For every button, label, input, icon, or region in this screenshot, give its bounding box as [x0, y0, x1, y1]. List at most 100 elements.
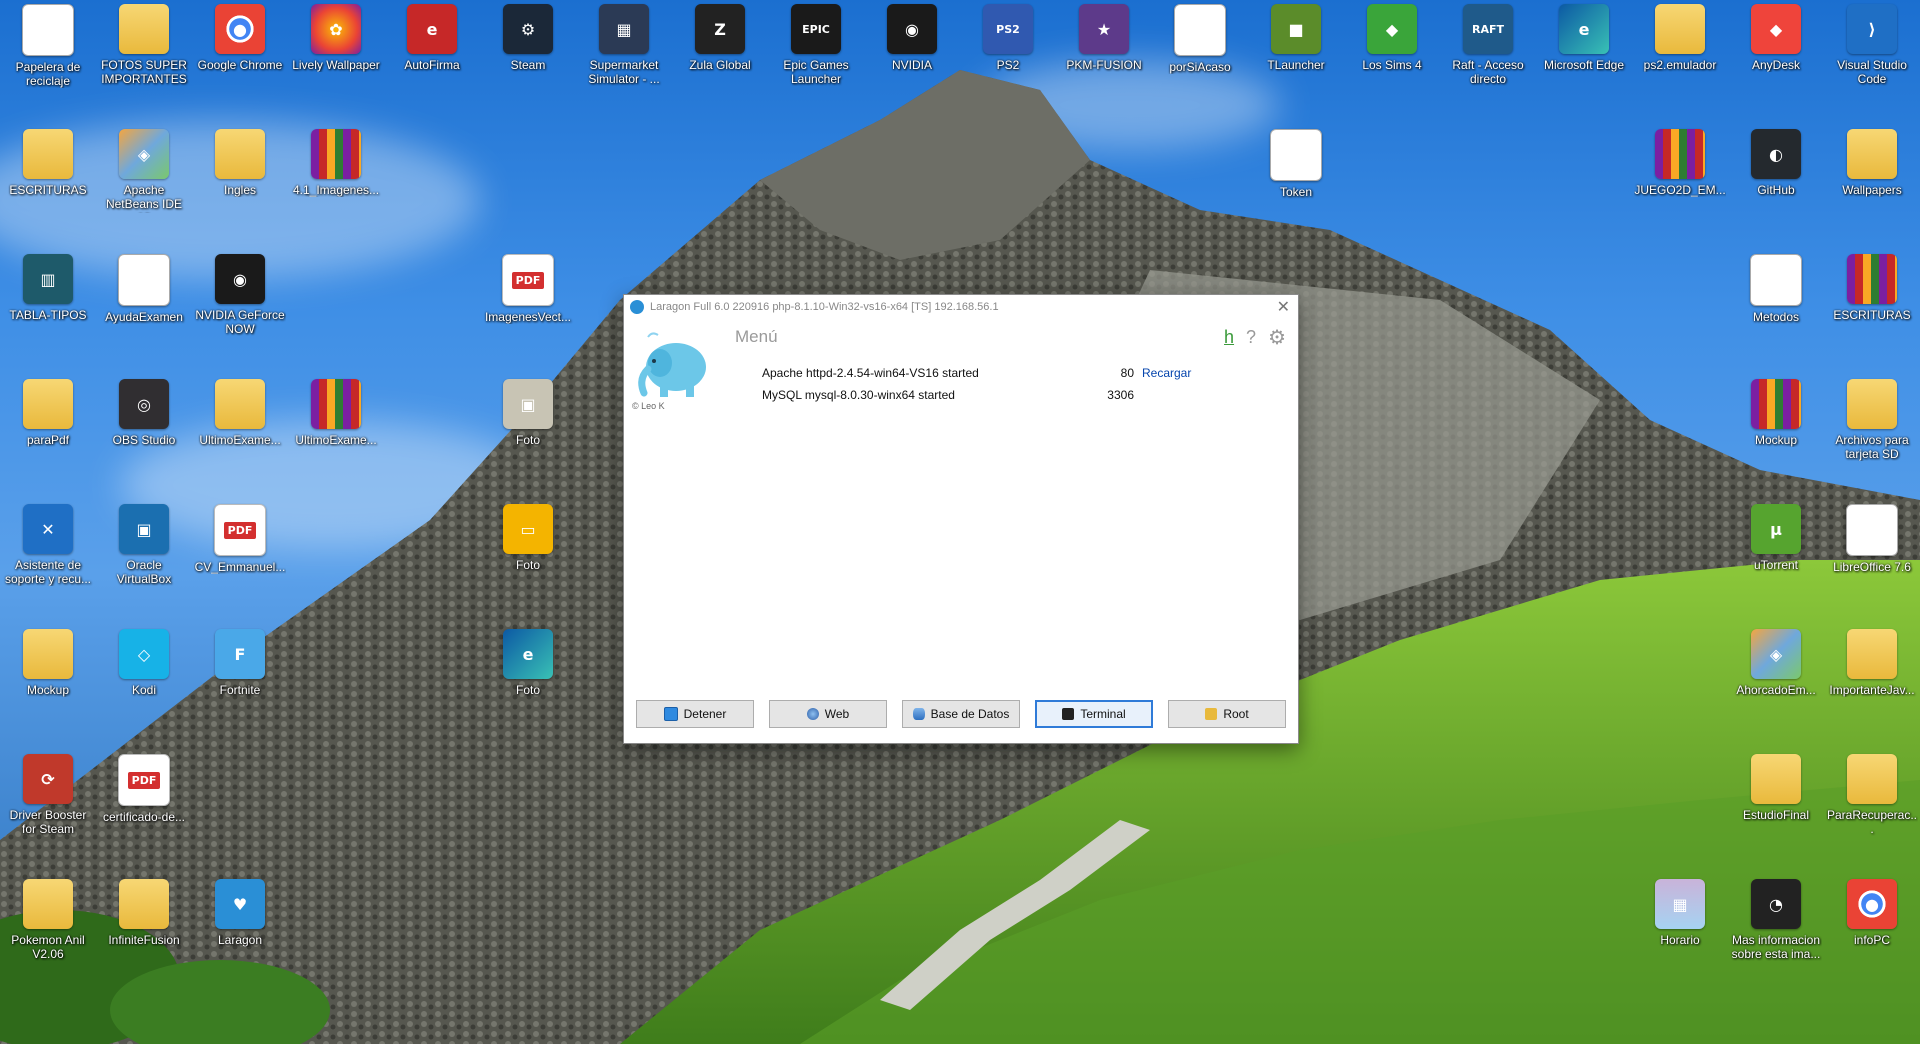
- root-button[interactable]: Root: [1168, 700, 1286, 728]
- desktop-icon[interactable]: ◐ GitHub: [1730, 129, 1822, 197]
- desktop-icon-label: ImportanteJav...: [1829, 683, 1915, 697]
- desktop-icon[interactable]: ◆ Los Sims 4: [1346, 4, 1438, 72]
- desktop-icon[interactable]: ♻ Papelera de reciclaje: [2, 4, 94, 88]
- desktop-icon[interactable]: LibreOffice 7.6: [1826, 504, 1918, 574]
- desktop-icon[interactable]: ParaRecuperac...: [1826, 754, 1918, 836]
- close-icon[interactable]: ✕: [1277, 297, 1290, 317]
- desktop-icon[interactable]: ps2.emulador: [1634, 4, 1726, 72]
- netbeans-icon: ◈: [1751, 629, 1801, 679]
- desktop-icon[interactable]: FOTOS SUPER IMPORTANTES: [98, 4, 190, 86]
- desktop-icon[interactable]: Pokemon Anil V2.06: [2, 879, 94, 961]
- desktop-icon[interactable]: Z Zula Global: [674, 4, 766, 72]
- apache-port: 80: [1120, 366, 1134, 380]
- desktop-icon[interactable]: paraPdf: [2, 379, 94, 447]
- desktop-icon[interactable]: ▭ Foto: [482, 504, 574, 572]
- terminal-button-label: Terminal: [1080, 707, 1126, 721]
- desktop-icon[interactable]: PDF certificado-de...: [98, 754, 190, 824]
- desktop-icon[interactable]: ⟩ Visual Studio Code: [1826, 4, 1918, 86]
- desktop-icon[interactable]: ▥ TABLA-TIPOS: [2, 254, 94, 322]
- desktop-icon[interactable]: Archivos para tarjeta SD: [1826, 379, 1918, 461]
- desktop-icon[interactable]: EstudioFinal: [1730, 754, 1822, 822]
- desktop-icon-label: Microsoft Edge: [1543, 58, 1625, 72]
- credit-text: © Leo K: [632, 401, 665, 411]
- desktop-icon[interactable]: ⟳ Driver Booster for Steam: [2, 754, 94, 836]
- folder-icon: [23, 379, 73, 429]
- desktop-icon[interactable]: ♥ Laragon: [194, 879, 286, 947]
- desktop-icon-label: Mas informacion sobre esta ima...: [1731, 933, 1821, 961]
- desktop-icon[interactable]: ✕ Asistente de soporte y recu...: [2, 504, 94, 586]
- desktop-icon[interactable]: e AutoFirma: [386, 4, 478, 72]
- desktop-icon[interactable]: F Fortnite: [194, 629, 286, 697]
- desktop-icon[interactable]: ✿ Lively Wallpaper: [290, 4, 382, 72]
- file-icon: ▥: [23, 254, 73, 304]
- service-apache: Apache httpd-2.4.54-win64-VS16 started: [762, 366, 979, 380]
- desktop-icon[interactable]: JUEGO2D_EM...: [1634, 129, 1726, 197]
- desktop-icon[interactable]: ◆ AnyDesk: [1730, 4, 1822, 72]
- desktop-icon[interactable]: ■ TLauncher: [1250, 4, 1342, 72]
- desktop-icon[interactable]: ● infoPC: [1826, 879, 1918, 947]
- desktop-icon[interactable]: ImportanteJav...: [1826, 629, 1918, 697]
- ps2-icon: PS2: [983, 4, 1033, 54]
- desktop-icon[interactable]: InfiniteFusion: [98, 879, 190, 947]
- anydesk-icon: ◆: [1751, 4, 1801, 54]
- window-title: Laragon Full 6.0 220916 php-8.1.10-Win32…: [650, 301, 999, 313]
- web-button[interactable]: Web: [769, 700, 887, 728]
- desktop-icon[interactable]: ESCRITURAS: [2, 129, 94, 197]
- desktop-icon[interactable]: ▣ Oracle VirtualBox: [98, 504, 190, 586]
- desktop-icon-label: GitHub: [1757, 183, 1795, 197]
- desktop-icon-label: Visual Studio Code: [1837, 58, 1907, 86]
- desktop-icon[interactable]: PDF CV_Emmanuel...: [194, 504, 286, 574]
- desktop-icon[interactable]: ◉ NVIDIA GeForce NOW: [194, 254, 286, 336]
- desktop-icon[interactable]: ◉ NVIDIA: [866, 4, 958, 72]
- gear-icon[interactable]: ⚙: [1268, 325, 1286, 349]
- desktop-icon[interactable]: µ uTorrent: [1730, 504, 1822, 572]
- desktop-icon[interactable]: Mockup: [2, 629, 94, 697]
- terminal-button[interactable]: Terminal: [1035, 700, 1153, 728]
- desktop-icon[interactable]: ⚙ Steam: [482, 4, 574, 72]
- lively-icon: ✿: [311, 4, 361, 54]
- desktop-icon[interactable]: ◔ Mas informacion sobre esta ima...: [1730, 879, 1822, 961]
- desktop-icon[interactable]: 4.1_Imagenes...: [290, 129, 382, 197]
- desktop-icon-label: AnyDesk: [1751, 58, 1801, 72]
- desktop-icon-label: Ingles: [223, 183, 257, 197]
- desktop-icon[interactable]: porSiAcaso: [1154, 4, 1246, 74]
- desktop-icon[interactable]: Token: [1250, 129, 1342, 199]
- desktop-icon-label: Raft - Acceso directo: [1452, 58, 1524, 86]
- desktop-icon[interactable]: Ingles: [194, 129, 286, 197]
- sims-icon: ◆: [1367, 4, 1417, 54]
- desktop-icon[interactable]: e Foto: [482, 629, 574, 697]
- stop-button[interactable]: Detener: [636, 700, 754, 728]
- reload-link[interactable]: Recargar: [1142, 366, 1191, 380]
- desktop-icon[interactable]: RAFT Raft - Acceso directo: [1442, 4, 1534, 86]
- desktop-icon[interactable]: ▣ Foto: [482, 379, 574, 447]
- desktop-icon[interactable]: PDF ImagenesVect...: [482, 254, 574, 324]
- desktop-icon[interactable]: ESCRITURAS: [1826, 254, 1918, 322]
- desktop-icon[interactable]: UltimoExame...: [194, 379, 286, 447]
- desktop-icon[interactable]: Mockup: [1730, 379, 1822, 447]
- desktop-icon[interactable]: Metodos: [1730, 254, 1822, 324]
- desktop-icon[interactable]: ▦ Supermarket Simulator - ...: [578, 4, 670, 86]
- desktop-icon[interactable]: Wallpapers: [1826, 129, 1918, 197]
- desktop-icon[interactable]: ★ PKM-FUSION: [1058, 4, 1150, 72]
- desktop-icon[interactable]: ● Google Chrome: [194, 4, 286, 72]
- desktop-icon[interactable]: EPIC Epic Games Launcher: [770, 4, 862, 86]
- help-question-icon[interactable]: ?: [1246, 327, 1256, 348]
- desktop-icon[interactable]: ▦ Horario: [1634, 879, 1726, 947]
- desktop-icon[interactable]: ◈ Apache NetBeans IDE 19: [98, 129, 190, 213]
- driverbooster-icon: ⟳: [23, 754, 73, 804]
- desktop-icon-label: JUEGO2D_EM...: [1634, 183, 1726, 197]
- menu-label[interactable]: Menú: [735, 327, 778, 347]
- desktop-icon-label: Token: [1279, 185, 1313, 199]
- database-button[interactable]: Base de Datos: [902, 700, 1020, 728]
- help-h-link[interactable]: h: [1224, 327, 1234, 348]
- desktop-icon[interactable]: ◎ OBS Studio: [98, 379, 190, 447]
- window-titlebar[interactable]: Laragon Full 6.0 220916 php-8.1.10-Win32…: [624, 295, 1298, 319]
- desktop-icon[interactable]: e Microsoft Edge: [1538, 4, 1630, 72]
- desktop-icon[interactable]: UltimoExame...: [290, 379, 382, 447]
- laragon-window[interactable]: Laragon Full 6.0 220916 php-8.1.10-Win32…: [623, 294, 1299, 744]
- edge-icon: e: [503, 629, 553, 679]
- desktop-icon[interactable]: ◇ Kodi: [98, 629, 190, 697]
- desktop-icon[interactable]: ◈ AhorcadoEm...: [1730, 629, 1822, 697]
- desktop-icon[interactable]: PS2 PS2: [962, 4, 1054, 72]
- desktop-icon[interactable]: AyudaExamen: [98, 254, 190, 324]
